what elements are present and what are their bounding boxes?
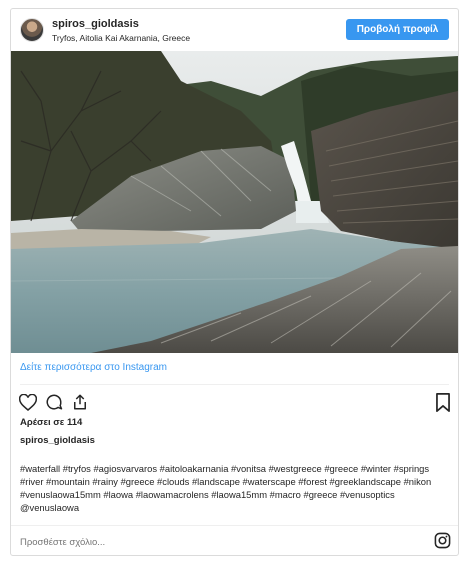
share-icon[interactable]: [69, 391, 91, 413]
action-bar: [17, 391, 454, 413]
location[interactable]: Tryfos, Aitolia Kai Akarnania, Greece: [52, 33, 190, 43]
username[interactable]: spiros_gioldasis: [52, 18, 139, 30]
view-more-link[interactable]: Δείτε περισσότερα στο Instagram: [20, 362, 167, 373]
waterfall-photo: [11, 51, 458, 353]
instagram-logo-icon[interactable]: [434, 532, 451, 549]
divider: [20, 384, 449, 385]
heart-icon[interactable]: [17, 391, 39, 413]
comment-bar: [11, 525, 458, 556]
comment-input[interactable]: [20, 535, 400, 549]
like-count[interactable]: Αρέσει σε 114: [20, 417, 82, 428]
bookmark-icon[interactable]: [432, 391, 454, 413]
caption-text: #waterfall #tryfos #agiosvarvaros #aitol…: [20, 463, 432, 513]
comment-icon[interactable]: [43, 391, 65, 413]
instagram-embed-card: spiros_gioldasis Tryfos, Aitolia Kai Aka…: [10, 8, 459, 556]
caption-author[interactable]: spiros_gioldasis: [20, 435, 95, 446]
post-header: spiros_gioldasis Tryfos, Aitolia Kai Aka…: [11, 9, 458, 51]
post-photo[interactable]: [11, 51, 458, 353]
view-profile-button[interactable]: Προβολή προφίλ: [346, 19, 449, 40]
avatar[interactable]: [20, 18, 44, 42]
